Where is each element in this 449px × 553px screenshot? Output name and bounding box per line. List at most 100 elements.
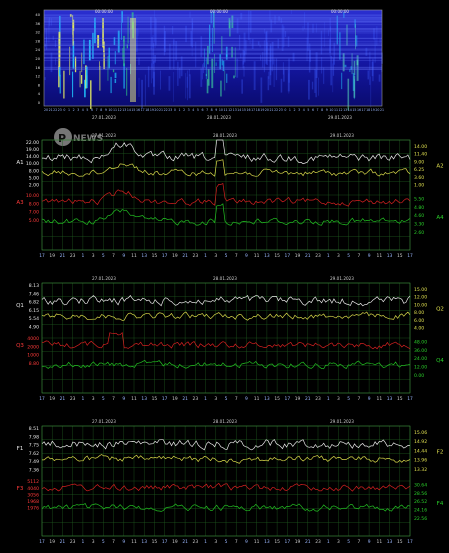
spectrogram-hour-tick: 6 [312,108,314,112]
spectrogram-hour-tick: 20 [375,108,379,112]
panel-hour-tick: 1 [204,253,207,259]
left-tick-red: 1968 [27,499,39,505]
panel-hour-tick: 13 [387,396,393,402]
panel-hour-tick: 15 [152,253,158,259]
left-tick-red: 5.00 [29,218,39,224]
spectrogram-hour-tick: 20 [44,108,48,112]
left-tick: 10.00 [26,161,39,167]
spectrogram-top-label: 00:00:00 [95,9,113,14]
spectrogram-hour-tick: 2 [294,108,296,112]
series-label-left-red: Q3 [16,343,24,349]
spectrogram-hour-tick: 16 [246,108,250,112]
panel-hour-tick: 11 [377,539,383,545]
right-tick-green: 28.56 [414,491,427,497]
spectrogram-hour-tick: 1 [289,108,291,112]
panel-hour-tick: 5 [225,253,228,259]
panel-hour-tick: 5 [347,539,350,545]
panel-hour-tick: 17 [285,396,291,402]
series-label-left-red: A3 [16,200,24,206]
panel-hour-tick: 21 [305,253,311,259]
panel-hour-tick: 11 [131,396,137,402]
spectrogram-hour-tick: 16 [357,108,361,112]
left-tick: 6.15 [29,308,39,314]
right-tick-green: 36.00 [414,348,427,354]
spectrogram-hour-tick: 23 [168,108,172,112]
spectrogram-hour-tick: 4 [303,108,305,112]
panel-hour-tick: 1 [327,539,330,545]
left-tick: 8.51 [29,426,39,432]
spectrogram-hour-tick: 19 [260,108,264,112]
spectrogram-hour-tick: 11 [334,108,338,112]
panel-hour-tick: 5 [225,539,228,545]
spectrogram-date-label: 29.01.2023 [328,115,352,120]
right-tick: 3.60 [414,175,424,181]
spectrogram-hour-tick: 1 [178,108,180,112]
panel-hour-tick: 13 [387,539,393,545]
panel-hour-tick: 21 [305,396,311,402]
panel-hour-tick: 15 [274,396,280,402]
right-tick: 10.00 [414,302,427,308]
spectrogram-top-label: 00:00:00 [210,9,228,14]
panel-hour-tick: 9 [245,253,248,259]
panel-hour-tick: 17 [162,253,168,259]
left-tick: 6.82 [29,300,39,306]
panel-hour-tick: 9 [122,396,125,402]
spectrogram-hour-tick: 14 [237,108,241,112]
spectrogram-hour-tick: 20 [265,108,269,112]
panel-hour-tick: 15 [397,253,403,259]
right-tick-green: 26.52 [414,499,427,505]
spectrogram-hour-tick: 5 [86,108,88,112]
panel-hour-tick: 23 [315,396,321,402]
panel-hour-tick: 11 [254,396,260,402]
spectrogram-hour-tick: 7 [206,108,208,112]
right-tick: 15.06 [414,430,427,436]
panel-hour-tick: 15 [152,539,158,545]
spectrogram-hour-tick: 18 [145,108,149,112]
panel-hour-tick: 9 [122,253,125,259]
spectrogram: 00:00:00 00:00:00 00:00:004036322824201612… [35,9,384,120]
right-tick: 13.96 [414,458,427,464]
series-label-right-green: A4 [436,215,444,221]
panel-hour-tick: 19 [172,539,178,545]
panel-hour-tick: 3 [214,396,217,402]
panel-hour-tick: 3 [337,396,340,402]
spectrogram-hour-tick: 2 [183,108,185,112]
panel-hour-tick: 9 [368,253,371,259]
panel-hour-tick: 9 [368,539,371,545]
spectrogram-hour-tick: 23 [279,108,283,112]
right-tick: 12.00 [414,295,427,301]
spectrogram-hour-tick: 10 [108,108,112,112]
panel-date-label: 28.01.2023 [213,276,237,281]
panel-hour-tick: 9 [122,539,125,545]
spectrogram-hour-tick: 2 [73,108,75,112]
left-tick: 4.90 [29,324,39,330]
spectrogram-hour-tick: 13 [343,108,347,112]
panel-hour-tick: 9 [368,396,371,402]
panel-hour-tick: 15 [152,396,158,402]
panel-hour-tick: 11 [131,253,137,259]
spectrogram-hour-tick: 17 [251,108,255,112]
spectrogram-hour-tick: 6 [91,108,93,112]
panel-hour-tick: 23 [70,539,76,545]
panel-hour-tick: 17 [407,396,413,402]
spectrogram-hour-tick: 22 [274,108,278,112]
right-tick-green: 4.60 [414,213,424,219]
left-tick-red: 1976 [27,506,39,512]
spectrogram-burst [130,18,136,102]
spectrogram-hour-tick: 18 [366,108,370,112]
left-tick: 22.00 [26,140,39,146]
spectrogram-hour-tick: 15 [131,108,135,112]
left-tick: 19.00 [26,147,39,153]
left-tick-red: 7.00 [29,210,39,216]
spectrogram-y-tick: 40 [35,13,40,17]
panel-hour-tick: 19 [295,253,301,259]
spectrogram-hour-tick: 16 [136,108,140,112]
left-tick-red: 3056 [27,492,39,498]
spectrogram-hour-tick: 21 [49,108,53,112]
panel-hour-tick: 7 [112,396,115,402]
panel-date-label: 28.01.2023 [213,419,237,424]
panel-hour-tick: 23 [70,253,76,259]
spectrogram-hour-tick: 8 [100,108,102,112]
panel-hour-tick: 21 [60,539,66,545]
panel-1: 27.01.2023 28.01.2023 29.01.202322.0019.00… [16,133,444,259]
